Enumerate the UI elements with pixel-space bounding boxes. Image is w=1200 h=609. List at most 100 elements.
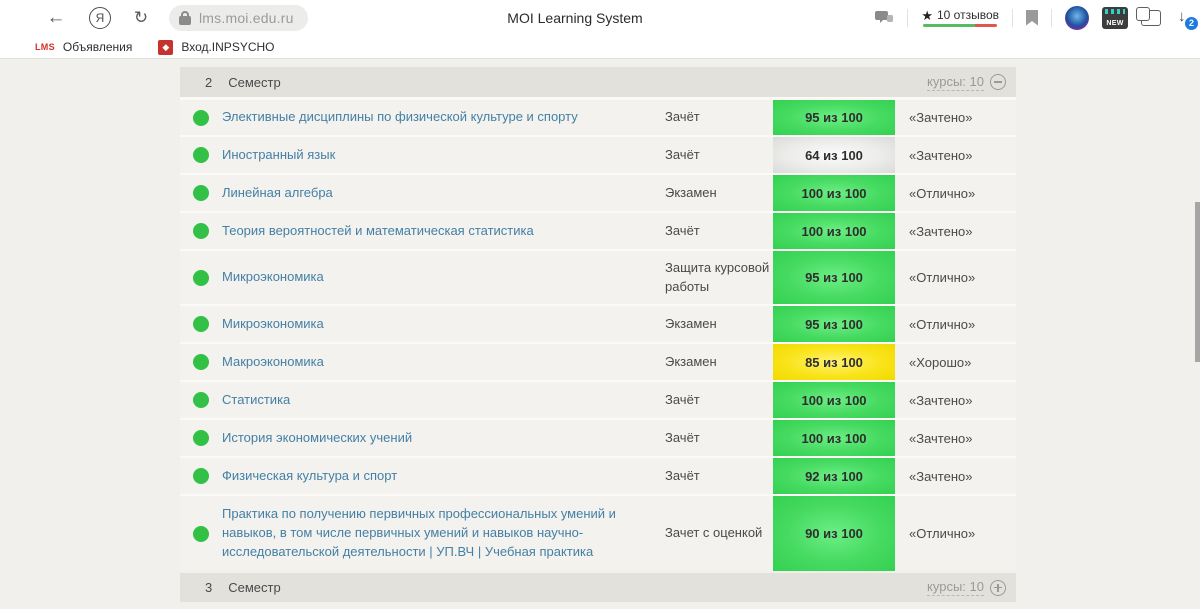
course-link[interactable]: Иностранный язык (222, 146, 335, 165)
score-badge: 92 из 100 (773, 458, 895, 494)
status-cell (180, 306, 222, 342)
table-row: Линейная алгебра Экзамен 100 из 100 «Отл… (180, 173, 1016, 211)
reviews-count: 10 отзывов (937, 8, 999, 22)
course-link[interactable]: История экономических учений (222, 429, 412, 448)
table-row: Элективные дисциплины по физической куль… (180, 97, 1016, 135)
expand-plus-icon[interactable] (990, 580, 1006, 596)
tab-page-title: MOI Learning System (507, 10, 642, 26)
table-row: Макроэкономика Экзамен 85 из 100 «Хорошо… (180, 342, 1016, 380)
downloads-button[interactable]: ↓ 2 (1174, 8, 1194, 28)
course-cell: Иностранный язык (222, 137, 665, 173)
course-link[interactable]: Линейная алгебра (222, 184, 333, 203)
extension-browser-icon[interactable] (1065, 6, 1089, 30)
semester-2-collapse-toggle[interactable]: курсы: 10 (927, 74, 1006, 91)
course-link[interactable]: Микроэкономика (222, 315, 324, 334)
collections-icon[interactable] (1141, 10, 1161, 26)
address-bar[interactable]: lms.moi.edu.ru (169, 5, 308, 31)
collapse-minus-icon[interactable] (990, 74, 1006, 90)
course-cell: Практика по получению первичных професси… (222, 496, 665, 571)
status-cell (180, 213, 222, 249)
grade-cell: «Зачтено» (895, 420, 1016, 456)
semester-grades-table: 2 Семестр курсы: 10 Элективные дисциплин… (180, 67, 1016, 602)
table-row: Статистика Зачёт 100 из 100 «Зачтено» (180, 380, 1016, 418)
table-row: Физическая культура и спорт Зачёт 92 из … (180, 456, 1016, 494)
course-cell: Линейная алгебра (222, 175, 665, 211)
star-icon: ★ (921, 9, 933, 22)
lms-page-content: 2 Семестр курсы: 10 Элективные дисциплин… (0, 59, 1200, 608)
grade-cell: «Отлично» (895, 496, 1016, 571)
score-badge: 100 из 100 (773, 382, 895, 418)
inpsycho-favicon: ◆ (158, 40, 173, 55)
status-dot-icon (193, 526, 209, 542)
grade-cell: «Зачтено» (895, 458, 1016, 494)
bookmark-announcements[interactable]: LMS Объявления (35, 40, 132, 54)
grade-cell: «Отлично» (895, 306, 1016, 342)
course-link[interactable]: Физическая культура и спорт (222, 467, 397, 486)
semester-3-header: 3 Семестр курсы: 10 (180, 573, 1016, 602)
table-row: История экономических учений Зачёт 100 и… (180, 418, 1016, 456)
course-link[interactable]: Статистика (222, 391, 290, 410)
site-reviews[interactable]: ★ 10 отзывов (921, 8, 999, 27)
status-dot-icon (193, 147, 209, 163)
scrollbar-thumb[interactable] (1195, 202, 1200, 362)
browser-toolbar: ← Я ↻ lms.moi.edu.ru MOI Learning System… (0, 0, 1200, 35)
bookmark-inpsycho-login[interactable]: ◆ Вход.INPSYCHO (158, 40, 274, 55)
refresh-button[interactable]: ↻ (131, 8, 151, 28)
course-rows: Элективные дисциплины по физической куль… (180, 97, 1016, 571)
score-badge: 95 из 100 (773, 251, 895, 304)
score-badge: 85 из 100 (773, 344, 895, 380)
assessment-type-cell: Экзамен (665, 344, 773, 380)
protect-feedback-icon[interactable] (874, 9, 894, 27)
table-row: Теория вероятностей и математическая ста… (180, 211, 1016, 249)
assessment-type-cell: Экзамен (665, 306, 773, 342)
course-link[interactable]: Макроэкономика (222, 353, 324, 372)
status-dot-icon (193, 430, 209, 446)
grade-cell: «Зачтено» (895, 137, 1016, 173)
grade-cell: «Хорошо» (895, 344, 1016, 380)
grade-cell: «Зачтено» (895, 100, 1016, 135)
status-dot-icon (193, 110, 209, 126)
yandex-browser-icon[interactable]: Я (89, 7, 111, 29)
status-dot-icon (193, 270, 209, 286)
status-cell (180, 420, 222, 456)
divider (1051, 9, 1052, 27)
semester-3-expand-toggle[interactable]: курсы: 10 (927, 579, 1006, 596)
score-badge: 100 из 100 (773, 213, 895, 249)
assessment-type-cell: Зачет с оценкой (665, 496, 773, 571)
assessment-type-cell: Зачёт (665, 137, 773, 173)
score-badge: 90 из 100 (773, 496, 895, 571)
score-badge: 64 из 100 (773, 137, 895, 173)
status-cell (180, 175, 222, 211)
status-dot-icon (193, 468, 209, 484)
score-badge: 100 из 100 (773, 420, 895, 456)
back-button[interactable]: ← (45, 7, 67, 29)
status-cell (180, 137, 222, 173)
reviews-score-bar (923, 24, 997, 27)
assessment-type-cell: Экзамен (665, 175, 773, 211)
lock-icon (179, 11, 191, 25)
semester-label: Семестр (228, 580, 280, 595)
course-cell: Макроэкономика (222, 344, 665, 380)
course-link[interactable]: Теория вероятностей и математическая ста… (222, 222, 534, 241)
toolbar-right-icons: ★ 10 отзывов NEW ↓ 2 (874, 0, 1194, 35)
downloads-count-badge: 2 (1185, 17, 1198, 30)
assessment-type-cell: Зачёт (665, 213, 773, 249)
course-link[interactable]: Микроэкономика (222, 268, 324, 287)
course-cell: Элективные дисциплины по физической куль… (222, 100, 665, 135)
new-extension-icon[interactable]: NEW (1102, 7, 1128, 29)
grade-cell: «Отлично» (895, 175, 1016, 211)
status-cell (180, 100, 222, 135)
url-text[interactable]: lms.moi.edu.ru (199, 10, 294, 26)
status-dot-icon (193, 392, 209, 408)
score-badge: 95 из 100 (773, 100, 895, 135)
status-dot-icon (193, 223, 209, 239)
course-link[interactable]: Практика по получению первичных професси… (222, 505, 647, 562)
table-row: Микроэкономика Защита курсовой работы 95… (180, 249, 1016, 304)
table-row: Иностранный язык Зачёт 64 из 100 «Зачтен… (180, 135, 1016, 173)
semester-label: Семестр (228, 75, 280, 90)
bookmark-flag-icon[interactable] (1026, 10, 1038, 26)
course-link[interactable]: Элективные дисциплины по физической куль… (222, 108, 578, 127)
course-cell: Микроэкономика (222, 306, 665, 342)
grade-cell: «Отлично» (895, 251, 1016, 304)
status-cell (180, 251, 222, 304)
